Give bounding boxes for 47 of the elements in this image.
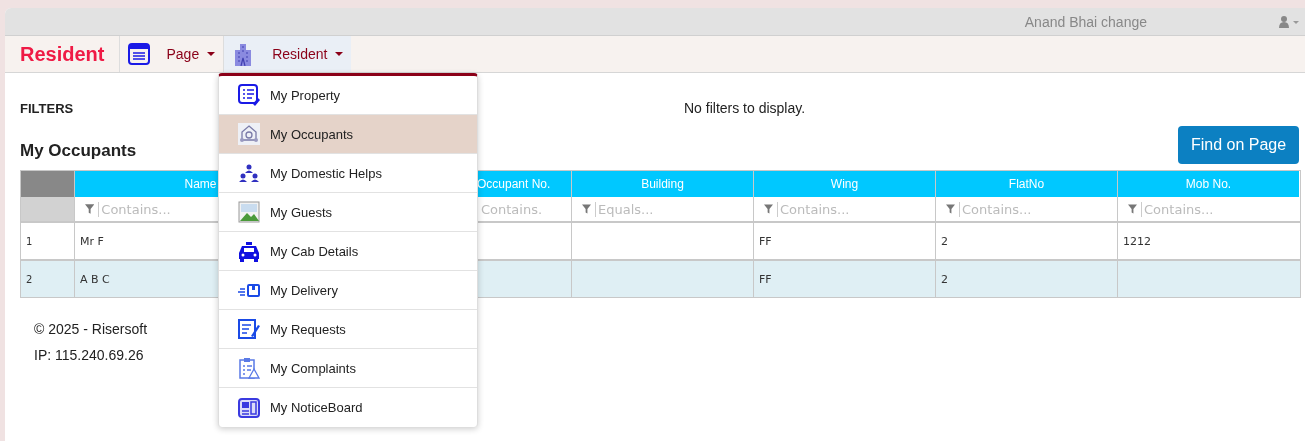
filter-icon [764,204,774,214]
table-cell: FF [754,223,936,259]
row-number: 2 [21,261,75,297]
page-icon [128,43,151,65]
menu-item[interactable]: My Cab Details [219,232,477,271]
list-icon [238,84,260,106]
filter-field[interactable]: Contains. [479,201,567,217]
taxi-icon [238,240,260,262]
menu-item[interactable]: My Occupants [219,115,477,154]
filter-icon [1128,204,1138,214]
grid-title: My Occupants [20,141,137,161]
menu-item[interactable]: My Guests [219,193,477,232]
table-cell: 2 [936,261,1118,297]
table-cell: 2 [936,223,1118,259]
menu-item[interactable]: My NoticeBoard [219,388,477,427]
nav-menu[interactable]: Page [120,36,225,72]
filter-icon [582,204,592,214]
ip-address-text: IP: 115.240.69.26 [34,347,144,363]
gear-icon [238,123,260,145]
brand-title: Resident [5,36,121,72]
nav-menu[interactable]: Resident [224,36,352,72]
filters-message: No filters to display. [684,100,806,116]
filter-field[interactable]: Contains... [959,201,1113,217]
menu-item[interactable]: My Requests [219,310,477,349]
row-number: 1 [21,223,75,259]
filter-icon [946,204,956,214]
filter-field[interactable]: Contains... [1141,201,1295,217]
image-icon [238,201,260,223]
copyright-text: © 2025 - Risersoft [34,321,148,337]
board-icon [238,396,260,419]
filters-heading: FILTERS [20,100,75,116]
menu-item[interactable]: My Domestic Helps [219,154,477,193]
document-pen-icon [238,318,260,340]
table-cell-text: 1212 [1122,233,1152,250]
caret-icon [335,52,344,56]
table-cell: FF [754,261,936,297]
filter-field[interactable]: Equals... [595,201,749,217]
clipboard-icon [238,357,260,379]
menu-item[interactable]: My Delivery [219,271,477,310]
user-name: Anand Bhai change [1024,13,1147,30]
user-menu-icon[interactable] [1279,15,1301,28]
find-on-page-button[interactable]: Find on Page [1178,126,1299,164]
filter-icon [85,204,95,214]
filter-field[interactable]: Contains... [777,201,931,217]
menu-item[interactable]: My Complaints [219,349,477,388]
people-icon [238,162,260,184]
caret-icon [207,52,216,56]
